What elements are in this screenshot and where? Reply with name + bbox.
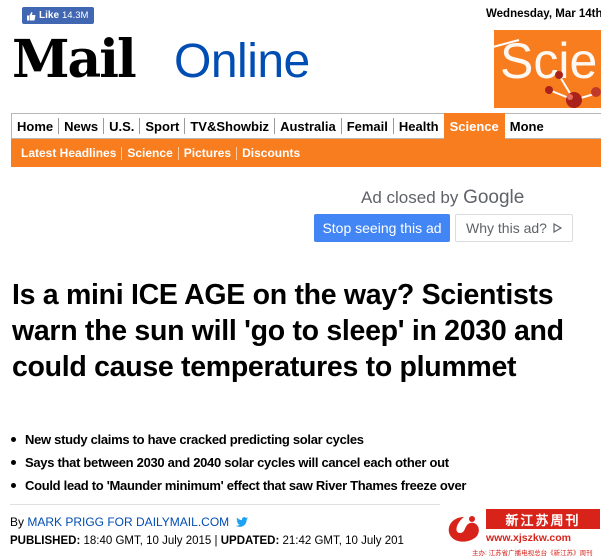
published-value: 18:40 GMT, 10 July 2015 | [80, 535, 221, 547]
ad-closed-panel: Ad closed by Google Stop seeing this ad … [115, 175, 601, 259]
watermark-subtitle: 主办: 江苏省广播电视总台《新江苏》周刊 [472, 550, 593, 557]
byline-divider [10, 504, 440, 505]
nav-item-news[interactable]: News [59, 118, 105, 134]
article-summary-list: New study claims to have cracked predict… [10, 428, 600, 497]
nav-item-money[interactable]: Mone [505, 118, 549, 134]
nav-item-australia[interactable]: Australia [275, 118, 342, 134]
sub-nav: Latest Headlines Science Pictures Discou… [11, 139, 601, 167]
published-label: PUBLISHED: [10, 535, 81, 547]
logo-online[interactable]: Online [174, 38, 310, 86]
summary-bullet: Could lead to 'Maunder minimum' effect t… [10, 474, 600, 497]
publish-info: PUBLISHED: 18:40 GMT, 10 July 2015 | UPD… [10, 535, 404, 547]
ad-closed-message: Ad closed by Google [361, 187, 524, 209]
like-count: 14.3M [62, 10, 89, 21]
subnav-item-discounts[interactable]: Discounts [237, 146, 305, 160]
molecule-icon [494, 39, 601, 108]
watermark-logo [448, 516, 479, 542]
subnav-item-pictures[interactable]: Pictures [179, 146, 238, 160]
why-this-ad-button[interactable]: Why this ad? [455, 214, 573, 242]
logo-mail[interactable]: Mail [12, 34, 137, 86]
updated-label: UPDATED: [220, 535, 280, 547]
main-nav: Home News U.S. Sport TV&Showbiz Australi… [11, 113, 601, 139]
nav-item-us[interactable]: U.S. [104, 118, 141, 134]
summary-bullet: New study claims to have cracked predict… [10, 428, 600, 451]
twitter-bird-icon[interactable] [235, 517, 248, 527]
watermark-url: www.xjszkw.com [486, 532, 571, 544]
nav-item-home[interactable]: Home [12, 118, 60, 134]
nav-item-health[interactable]: Health [394, 118, 444, 134]
nav-item-science[interactable]: Science [443, 113, 505, 139]
watermark: 新江苏周刊 www.xjszkw.com 主办: 江苏省广播电视总台《新江苏》周… [442, 507, 601, 557]
stop-seeing-ad-button[interactable]: Stop seeing this ad [314, 214, 450, 242]
nav-item-femail[interactable]: Femail [342, 118, 394, 134]
nav-item-sport[interactable]: Sport [140, 118, 186, 134]
why-this-ad-label: Why this ad? [466, 220, 547, 236]
ad-closed-text: Ad closed by [361, 188, 464, 207]
subnav-item-science[interactable]: Science [122, 146, 179, 160]
byline: By MARK PRIGG FOR DAILYMAIL.COM [10, 515, 248, 529]
summary-bullet: Says that between 2030 and 2040 solar cy… [10, 451, 600, 474]
section-banner: Scie [494, 30, 601, 108]
nav-item-tv-showbiz[interactable]: TV&Showbiz [185, 118, 276, 134]
watermark-title: 新江苏周刊 [486, 509, 600, 529]
masthead: Mail Online Scie [0, 26, 601, 110]
subnav-item-latest-headlines[interactable]: Latest Headlines [16, 146, 123, 160]
thumbs-up-icon [27, 11, 36, 20]
play-triangle-icon [553, 223, 562, 233]
google-brand: Google [463, 187, 525, 208]
byline-author[interactable]: MARK PRIGG FOR DAILYMAIL.COM [27, 515, 229, 529]
byline-prefix: By [10, 515, 28, 529]
updated-value: 21:42 GMT, 10 July 201 [279, 535, 404, 547]
like-label: Like [39, 10, 60, 21]
facebook-like-button[interactable]: Like 14.3M [22, 7, 94, 24]
article-headline: Is a mini ICE AGE on the way? Scientists… [12, 279, 564, 383]
current-date: Wednesday, Mar 14th [486, 8, 601, 20]
